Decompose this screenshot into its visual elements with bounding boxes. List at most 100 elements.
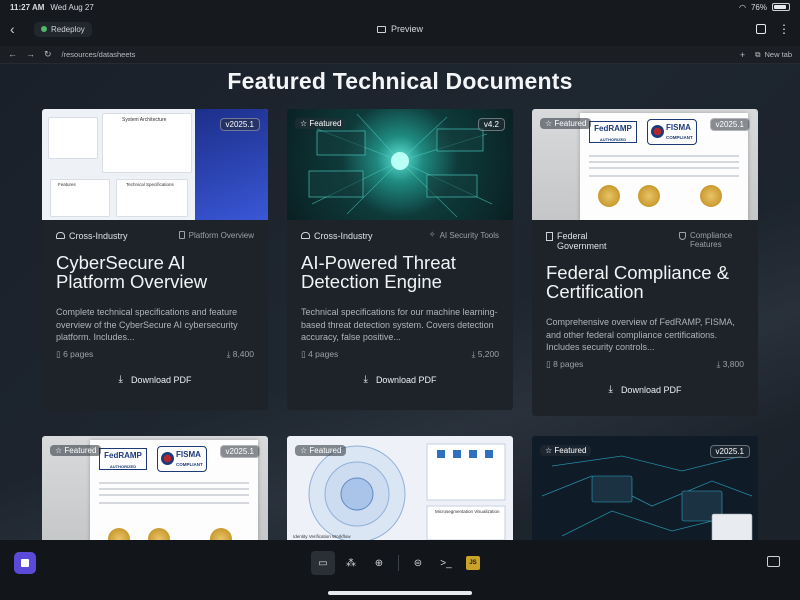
category-label: AI Security Tools (439, 231, 499, 240)
page-count: ▯ 6 pages (56, 349, 94, 359)
download-count: ⤓ 8,400 (226, 349, 254, 359)
document-icon: ▯ (56, 349, 61, 359)
download-label: Download PDF (375, 374, 437, 385)
redeploy-label: Redeploy (51, 24, 85, 34)
page-count: ▯ 4 pages (301, 349, 339, 359)
forward-arrow-icon[interactable]: → (26, 49, 35, 60)
document-card[interactable]: ☆ Featured v2025.1 (532, 436, 758, 540)
thumb-caption: Features (58, 182, 76, 187)
card-title[interactable]: Federal Compliance & Certification (546, 263, 744, 301)
card-meta: Cross-Industry ✧ AI Security Tools (301, 231, 499, 241)
wifi-icon: ◠ (739, 2, 746, 12)
status-date: Wed Aug 27 (50, 2, 94, 12)
dock-tools: ▭ ⁂ ⊕ ⊜ >_ JS (311, 548, 480, 578)
thumb-caption: System Architecture (122, 117, 167, 123)
document-card[interactable]: Identity Verification Workflow Microsegm… (287, 436, 513, 540)
card-thumbnail: System Architecture Features Technical S… (42, 109, 268, 220)
redeploy-button[interactable]: Redeploy (34, 21, 92, 37)
card-meta: Cross-Industry Platform Overview (56, 231, 254, 241)
url-bar: ← → ↻ /resources/datasheets + ⧉ New tab (0, 46, 800, 64)
new-tab-button[interactable]: ⧉ New tab (755, 50, 792, 60)
shield-icon (679, 232, 686, 240)
status-right: ◠ 76% (739, 3, 790, 12)
document-icon: ▯ (546, 359, 551, 369)
preview-label: Preview (390, 24, 424, 34)
document-card[interactable]: FedRAMP AUTHORIZED FISMA COMPLIANT ☆ Featu… (42, 436, 268, 540)
bottom-dock: ▭ ⁂ ⊕ ⊜ >_ JS (0, 540, 800, 600)
download-icon: ⤓ (363, 374, 368, 385)
page-content[interactable]: Featured Technical Documents System Arch… (0, 64, 800, 540)
download-pdf-button[interactable]: ⤓ Download PDF (56, 374, 254, 385)
download-icon: ⤓ (226, 349, 231, 359)
download-label: Download PDF (130, 374, 192, 385)
featured-badge: ☆ Featured (50, 445, 102, 456)
sparkle-icon: ✧ (428, 230, 436, 239)
url-field[interactable]: /resources/datasheets (62, 50, 740, 59)
back-arrow-icon[interactable]: ← (8, 49, 17, 60)
category-label: Platform Overview (188, 231, 254, 240)
download-icon: ⤓ (471, 349, 476, 359)
card-title[interactable]: CyberSecure AI Platform Overview (56, 253, 254, 291)
more-icon[interactable]: ⋮ (778, 23, 790, 35)
document-icon (178, 231, 185, 239)
version-badge: v2025.1 (709, 118, 750, 131)
thumb-caption: Microsegmentation Visualization (435, 509, 500, 514)
featured-badge: ☆ Featured (295, 118, 347, 129)
page-count: ▯ 8 pages (546, 359, 584, 369)
card-stats: ▯ 8 pages ⤓ 3,800 (546, 359, 744, 370)
document-card[interactable]: ☆ Featured v4.2 Cross-Industry ✧ AI Secur… (287, 109, 513, 410)
reload-icon[interactable]: ↻ (44, 49, 52, 60)
thumb-caption: Identity Verification Workflow (293, 534, 351, 539)
document-icon: ▯ (301, 349, 306, 359)
stop-icon[interactable] (14, 552, 36, 574)
dock-divider (398, 555, 399, 571)
card-meta: Federal Government Compliance Features (546, 231, 744, 251)
status-time: 11:27 AM (10, 2, 45, 12)
industry-label: Federal Government (557, 231, 607, 251)
card-description: Comprehensive overview of FedRAMP, FISMA… (546, 317, 735, 352)
category-label: Compliance Features (690, 231, 733, 249)
download-icon: ⤓ (716, 359, 721, 369)
download-label: Download PDF (620, 384, 682, 395)
card-stats: ▯ 6 pages ⤓ 8,400 (56, 349, 254, 360)
toolbar-actions: ⋮ (756, 23, 790, 35)
industry-label: Cross-Industry (314, 231, 373, 241)
monitor-icon[interactable]: ▭ (311, 551, 335, 575)
download-icon: ⤓ (118, 374, 123, 385)
back-chevron-icon[interactable]: ‹ (10, 21, 30, 37)
download-count: ⤓ 3,800 (716, 359, 744, 369)
card-description: Complete technical specifications and fe… (56, 307, 238, 342)
document-card[interactable]: System Architecture Features Technical S… (42, 109, 268, 410)
card-thumbnail: ☆ Featured v2025.1 (532, 436, 758, 540)
js-icon[interactable]: JS (466, 556, 480, 570)
featured-badge: ☆ Featured (295, 445, 347, 456)
page-title: Featured Technical Documents (227, 68, 573, 94)
thumb-caption: Technical Specifications (126, 182, 174, 187)
document-card[interactable]: FedRAMP AUTHORIZED FISMA COMPLIANT ☆ Featu… (532, 109, 758, 416)
add-icon[interactable]: + (740, 50, 745, 60)
tabs-icon[interactable] (756, 24, 766, 34)
featured-badge: ☆ Featured (540, 445, 592, 456)
database-icon[interactable]: ⊜ (406, 551, 430, 575)
card-thumbnail: FedRAMP AUTHORIZED FISMA COMPLIANT ☆ Featu… (42, 436, 268, 540)
download-pdf-button[interactable]: ⤓ Download PDF (301, 374, 499, 385)
app-toolbar: ‹ Redeploy Preview ⋮ (0, 16, 800, 42)
download-count: ⤓ 5,200 (471, 349, 499, 359)
terminal-icon[interactable]: >_ (434, 551, 458, 575)
people-icon (301, 232, 310, 239)
featured-badge: ☆ Featured (540, 118, 592, 129)
grid-icon[interactable]: ⁂ (339, 551, 363, 575)
home-indicator[interactable] (328, 591, 472, 595)
status-dot-icon (41, 26, 47, 32)
preview-title[interactable]: Preview (376, 24, 424, 34)
card-title[interactable]: AI-Powered Threat Detection Engine (301, 253, 499, 291)
sidebar-toggle-icon[interactable] (767, 556, 780, 567)
card-thumbnail: Identity Verification Workflow Microsegm… (287, 436, 513, 540)
card-stats: ▯ 4 pages ⤓ 5,200 (301, 349, 499, 360)
globe-icon[interactable]: ⊕ (367, 551, 391, 575)
status-bar: 11:27 AM Wed Aug 27 ◠ 76% (0, 0, 800, 14)
version-badge: v2025.1 (709, 445, 750, 458)
card-thumbnail: FedRAMP AUTHORIZED FISMA COMPLIANT ☆ Featu… (532, 109, 758, 220)
ipad-screen: 11:27 AM Wed Aug 27 ◠ 76% ‹ Redeploy Pre… (0, 0, 800, 600)
download-pdf-button[interactable]: ⤓ Download PDF (546, 384, 744, 395)
